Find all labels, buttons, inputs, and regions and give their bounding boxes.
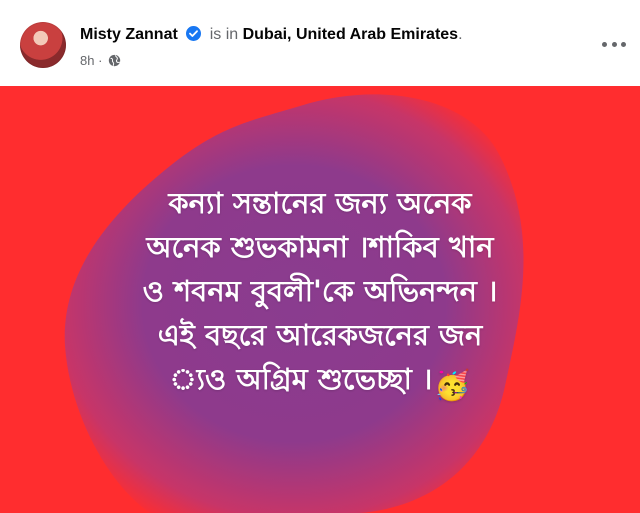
author-line: Misty Zannat is in Dubai, United Arab Em… xyxy=(80,26,463,44)
post-timestamp[interactable]: 8h xyxy=(80,53,94,68)
author-avatar[interactable] xyxy=(20,22,66,68)
author-name[interactable]: Misty Zannat xyxy=(80,26,178,43)
post-message: কন্যা সন্তানের জন্য অনেক অনেক শুভকামনা ।… xyxy=(20,181,620,407)
globe-icon[interactable] xyxy=(108,54,121,70)
message-line-1: কন্যা সন্তানের জন্য অনেক xyxy=(168,186,472,220)
message-line-3: ও শবনম বুবলী'কে অভিনন্দন । xyxy=(142,274,498,308)
facebook-post: Misty Zannat is in Dubai, United Arab Em… xyxy=(0,0,640,513)
message-line-5: ্যও অগ্রিম শুভেচ্ছা ।🥳 xyxy=(20,357,620,407)
meta-separator: · xyxy=(98,53,103,68)
post-meta: 8h · xyxy=(80,53,121,70)
message-line-4: এই বছরে আরেকজনের জন xyxy=(157,318,483,352)
status-prefix: is in xyxy=(209,26,239,43)
location-link[interactable]: Dubai, United Arab Emirates xyxy=(243,26,458,43)
message-line-5-text: ্যও অগ্রিম শুভেচ্ছা । xyxy=(169,362,433,396)
message-line-2: অনেক শুভকামনা ।শাকিব খান xyxy=(146,230,494,264)
location-suffix: . xyxy=(458,26,463,43)
more-options-icon[interactable] xyxy=(602,34,626,54)
post-background: কন্যা সন্তানের জন্য অনেক অনেক শুভকামনা ।… xyxy=(0,86,640,513)
verified-badge-icon xyxy=(186,26,202,41)
partying-face-emoji: 🥳 xyxy=(434,368,471,402)
post-header: Misty Zannat is in Dubai, United Arab Em… xyxy=(0,0,640,86)
